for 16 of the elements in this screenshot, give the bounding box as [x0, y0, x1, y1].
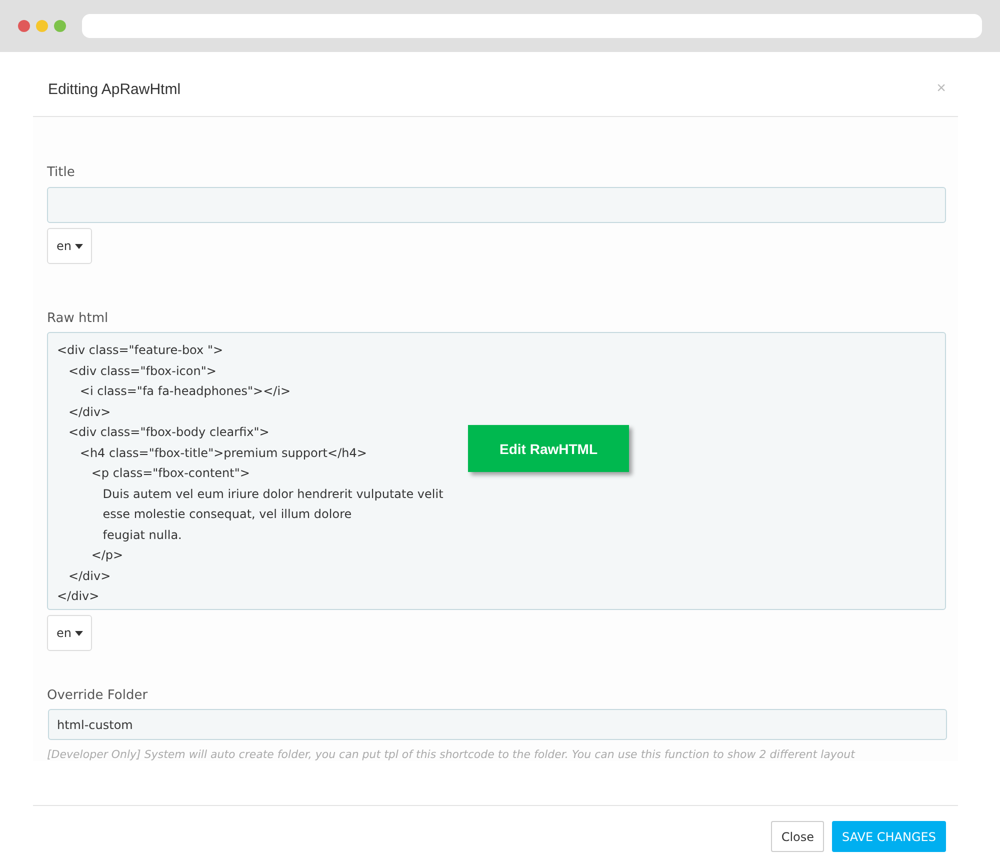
- title-input-field[interactable]: [47, 187, 946, 223]
- address-bar[interactable]: [82, 14, 982, 38]
- help-text: [Developer Only] System will auto create folder, you can put tpl of this shortcode to the folder. You can use this function to show 2 different layout: [47, 748, 855, 761]
- caret-icon: [74, 244, 82, 248]
- folder-input-field[interactable]: html-custom: [48, 709, 947, 740]
- language-dropdown[interactable]: en: [47, 228, 92, 264]
- window-control-dot[interactable]: [54, 20, 66, 32]
- window-control-dot[interactable]: [18, 20, 30, 32]
- language-dropdown[interactable]: en: [47, 615, 92, 651]
- window-control-dot[interactable]: [36, 20, 48, 32]
- field-label: Override Folder: [47, 688, 148, 703]
- field-label: Title: [47, 165, 75, 180]
- close-button[interactable]: Close: [771, 821, 824, 852]
- field-label: Raw html: [47, 311, 108, 326]
- modal-title: Editting ApRawHtml: [48, 80, 181, 98]
- caret-icon: [74, 630, 82, 636]
